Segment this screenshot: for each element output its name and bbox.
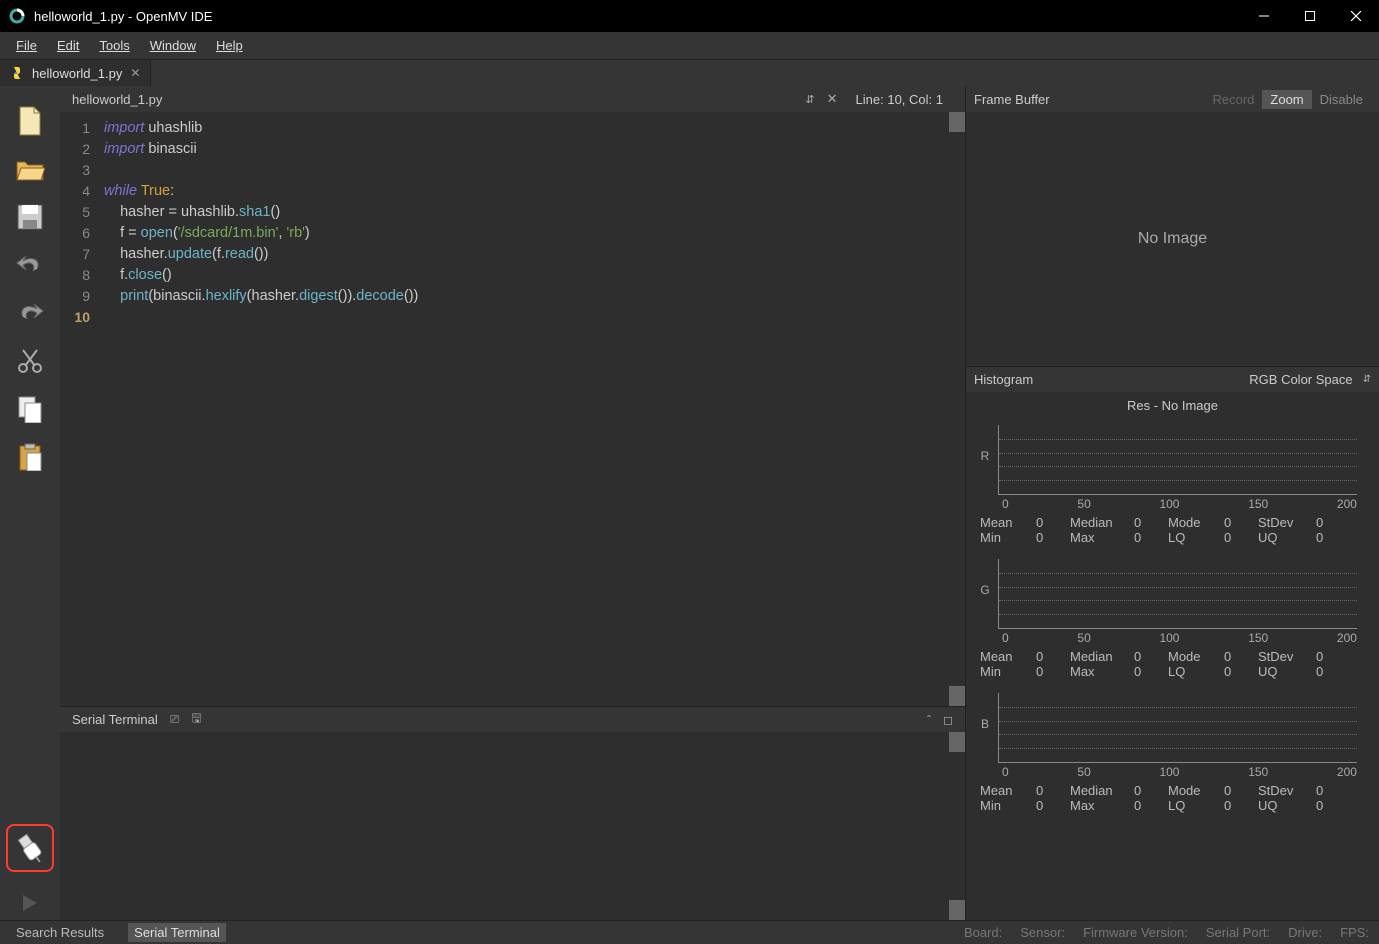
- serial-terminal-title: Serial Terminal: [72, 712, 158, 727]
- status-sensor: Sensor:: [1020, 925, 1065, 940]
- cursor-position: Line: 10, Col: 1: [856, 92, 953, 107]
- play-icon: [20, 893, 40, 913]
- terminal-save-icon[interactable]: 🖫: [191, 709, 201, 730]
- status-board: Board:: [964, 925, 1002, 940]
- terminal-clear-icon[interactable]: ⎚: [170, 712, 180, 727]
- redo-button[interactable]: [12, 296, 48, 330]
- stats-r: Mean0Median0Mode0StDev0 Min0Max0LQ0UQ0: [976, 511, 1369, 549]
- usb-plug-icon: [13, 831, 47, 865]
- record-button[interactable]: Record: [1204, 90, 1262, 109]
- editor-close-icon[interactable]: ✕: [827, 91, 838, 107]
- minimize-button[interactable]: [1241, 0, 1287, 32]
- maximize-button[interactable]: [1287, 0, 1333, 32]
- menu-file[interactable]: File: [6, 35, 47, 56]
- no-image-label: No Image: [1138, 230, 1207, 248]
- run-button[interactable]: [12, 886, 48, 920]
- menu-tools[interactable]: Tools: [89, 35, 139, 56]
- hist-plot-g: [998, 559, 1357, 629]
- hist-channel-b: B 050100150200 Mean0Median0Mode0StDev0 M…: [976, 685, 1369, 817]
- stats-b: Mean0Median0Mode0StDev0 Min0Max0LQ0UQ0: [976, 779, 1369, 817]
- menu-help[interactable]: Help: [206, 35, 253, 56]
- statusbar: Search Results Serial Terminal Board: Se…: [0, 920, 1379, 944]
- new-file-button[interactable]: [12, 104, 48, 138]
- histogram-title: Histogram: [974, 372, 1249, 387]
- editor-file-menu-icon[interactable]: ⇵: [805, 93, 814, 106]
- stats-g: Mean0Median0Mode0StDev0 Min0Max0LQ0UQ0: [976, 645, 1369, 683]
- disable-button[interactable]: Disable: [1312, 90, 1371, 109]
- terminal-collapse-icon[interactable]: ˆ: [927, 713, 931, 727]
- hist-plot-r: [998, 425, 1357, 495]
- cut-button[interactable]: [12, 344, 48, 378]
- line-gutter: 123 456 789 10: [60, 112, 100, 706]
- window-title: helloworld_1.py - OpenMV IDE: [34, 9, 1241, 24]
- hist-channel-g: G 050100150200 Mean0Median0Mode0StDev0 M…: [976, 551, 1369, 683]
- close-button[interactable]: [1333, 0, 1379, 32]
- menubar: File Edit Tools Window Help: [0, 32, 1379, 60]
- terminal-scrollbar[interactable]: [949, 732, 965, 920]
- undo-button[interactable]: [12, 248, 48, 282]
- chevron-updown-icon[interactable]: ⇵: [1363, 374, 1371, 385]
- framebuffer-view: No Image: [966, 112, 1379, 366]
- editor-header: helloworld_1.py ⇵ ✕ Line: 10, Col: 1: [60, 86, 965, 112]
- open-file-button[interactable]: [12, 152, 48, 186]
- colorspace-select[interactable]: RGB Color Space: [1249, 372, 1352, 387]
- save-file-button[interactable]: [12, 200, 48, 234]
- status-serial-port: Serial Port:: [1206, 925, 1270, 940]
- code-content[interactable]: import uhashlibimport binascii while Tru…: [100, 112, 965, 706]
- app-icon: [8, 7, 26, 25]
- framebuffer-header: Frame Buffer Record Zoom Disable: [966, 86, 1379, 112]
- menu-window[interactable]: Window: [140, 35, 206, 56]
- document-tab[interactable]: helloworld_1.py ✕: [0, 60, 151, 86]
- hist-channel-r: R 050100150200 Mean0Median0Mode0StDev0 M…: [976, 417, 1369, 549]
- hist-xticks: 050100150200: [976, 763, 1369, 779]
- status-drive: Drive:: [1288, 925, 1322, 940]
- document-tabbar: helloworld_1.py ✕: [0, 60, 1379, 86]
- framebuffer-title: Frame Buffer: [974, 92, 1204, 107]
- hist-plot-b: [998, 693, 1357, 763]
- search-results-tab[interactable]: Search Results: [10, 923, 110, 942]
- copy-button[interactable]: [12, 392, 48, 426]
- serial-terminal-header: Serial Terminal ⎚ 🖫 ˆ ◻: [60, 706, 965, 732]
- titlebar: helloworld_1.py - OpenMV IDE: [0, 0, 1379, 32]
- histogram-resolution: Res - No Image: [976, 398, 1369, 413]
- tab-label: helloworld_1.py: [32, 66, 122, 81]
- terminal-detach-icon[interactable]: ◻: [943, 713, 953, 727]
- python-file-icon: [10, 66, 24, 80]
- hist-xticks: 050100150200: [976, 495, 1369, 511]
- right-panel: Frame Buffer Record Zoom Disable No Imag…: [965, 86, 1379, 920]
- status-fps: FPS:: [1340, 925, 1369, 940]
- serial-terminal-tab[interactable]: Serial Terminal: [128, 923, 226, 942]
- tab-close-icon[interactable]: ✕: [130, 66, 140, 80]
- connect-button[interactable]: [6, 824, 54, 872]
- paste-button[interactable]: [12, 440, 48, 474]
- histogram-header: Histogram RGB Color Space ⇵: [966, 366, 1379, 392]
- channel-label-g: G: [976, 551, 994, 629]
- serial-terminal[interactable]: [60, 732, 965, 920]
- left-toolbar: [0, 86, 60, 920]
- histogram-body: Res - No Image R 050100150200 Mean0Media…: [966, 392, 1379, 920]
- channel-label-b: B: [976, 685, 994, 763]
- editor-filename: helloworld_1.py: [72, 92, 805, 107]
- channel-label-r: R: [976, 417, 994, 495]
- status-firmware: Firmware Version:: [1083, 925, 1188, 940]
- code-editor[interactable]: 123 456 789 10 import uhashlibimport bin…: [60, 112, 965, 706]
- editor-scrollbar[interactable]: [949, 112, 965, 706]
- zoom-button[interactable]: Zoom: [1262, 90, 1311, 109]
- menu-edit[interactable]: Edit: [47, 35, 89, 56]
- hist-xticks: 050100150200: [976, 629, 1369, 645]
